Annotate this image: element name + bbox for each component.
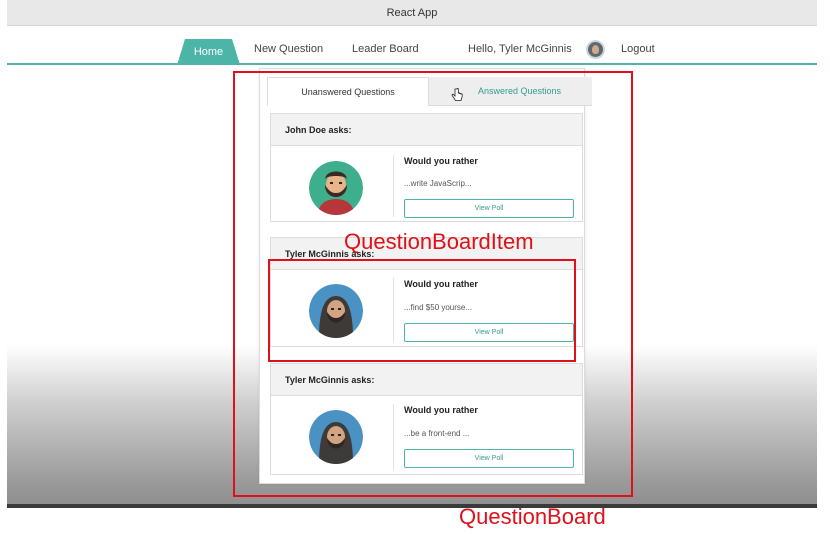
video-frame: React App Home New Question Leader Board… (0, 0, 830, 534)
question-board-label: QuestionBoard (459, 504, 606, 529)
nav-leader-board[interactable]: Leader Board (352, 43, 419, 55)
user-greeting: Hello, Tyler McGinnis (468, 43, 572, 55)
nav-new-question[interactable]: New Question (254, 43, 323, 55)
user-avatar (586, 40, 605, 59)
logout-link[interactable]: Logout (621, 43, 655, 55)
question-board-item-outline (268, 259, 576, 362)
frame-edge (0, 0, 7, 508)
window-title-bar: React App (7, 0, 817, 26)
nav-home-tab[interactable]: Home (177, 39, 240, 65)
window-title: React App (386, 7, 438, 19)
top-nav: Home New Question Leader Board Hello, Ty… (7, 36, 817, 65)
question-board-item-label: QuestionBoardItem (344, 229, 534, 254)
window-bottom-border (7, 504, 817, 508)
